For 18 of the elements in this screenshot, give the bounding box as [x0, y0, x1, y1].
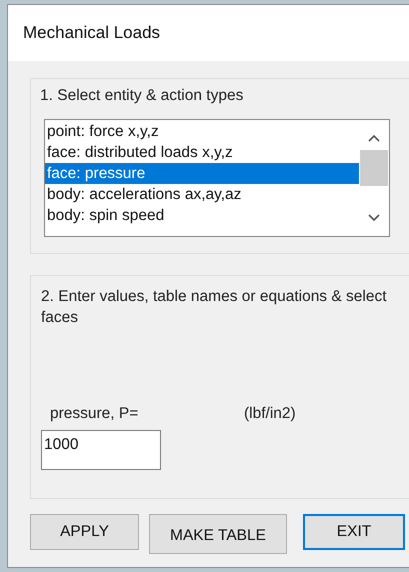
units-label: (lbf/in2) — [244, 405, 296, 423]
window-title: Mechanical Loads — [23, 23, 160, 43]
list-box[interactable]: point: force x,y,z face: distributed loads x,y,z face: pressure body: accelerations ax,ay,az body: spin speed — [44, 119, 390, 237]
list-item[interactable]: body: spin speed — [45, 205, 359, 226]
list-item[interactable]: point: force x,y,z — [45, 121, 359, 142]
field-label: pressure, P= — [50, 405, 140, 423]
section-heading: 2. Enter values, table names or equations & select faces — [41, 287, 388, 328]
scroll-thumb[interactable] — [360, 150, 388, 186]
list-item[interactable]: face: pressure — [45, 163, 359, 184]
action-button[interactable]: EXIT — [303, 514, 405, 550]
scroll-up-icon[interactable] — [368, 134, 380, 142]
list-item[interactable]: body: accelerations ax,ay,az — [45, 184, 359, 205]
action-button[interactable]: APPLY — [30, 514, 139, 550]
action-button[interactable]: MAKE TABLE — [149, 514, 287, 554]
scroll-down-icon[interactable] — [368, 214, 380, 222]
pressure-field[interactable]: 1000 — [41, 430, 161, 470]
list-item[interactable]: face: distributed loads x,y,z — [45, 142, 359, 163]
section-heading: 1. Select entity & action types — [40, 87, 244, 105]
